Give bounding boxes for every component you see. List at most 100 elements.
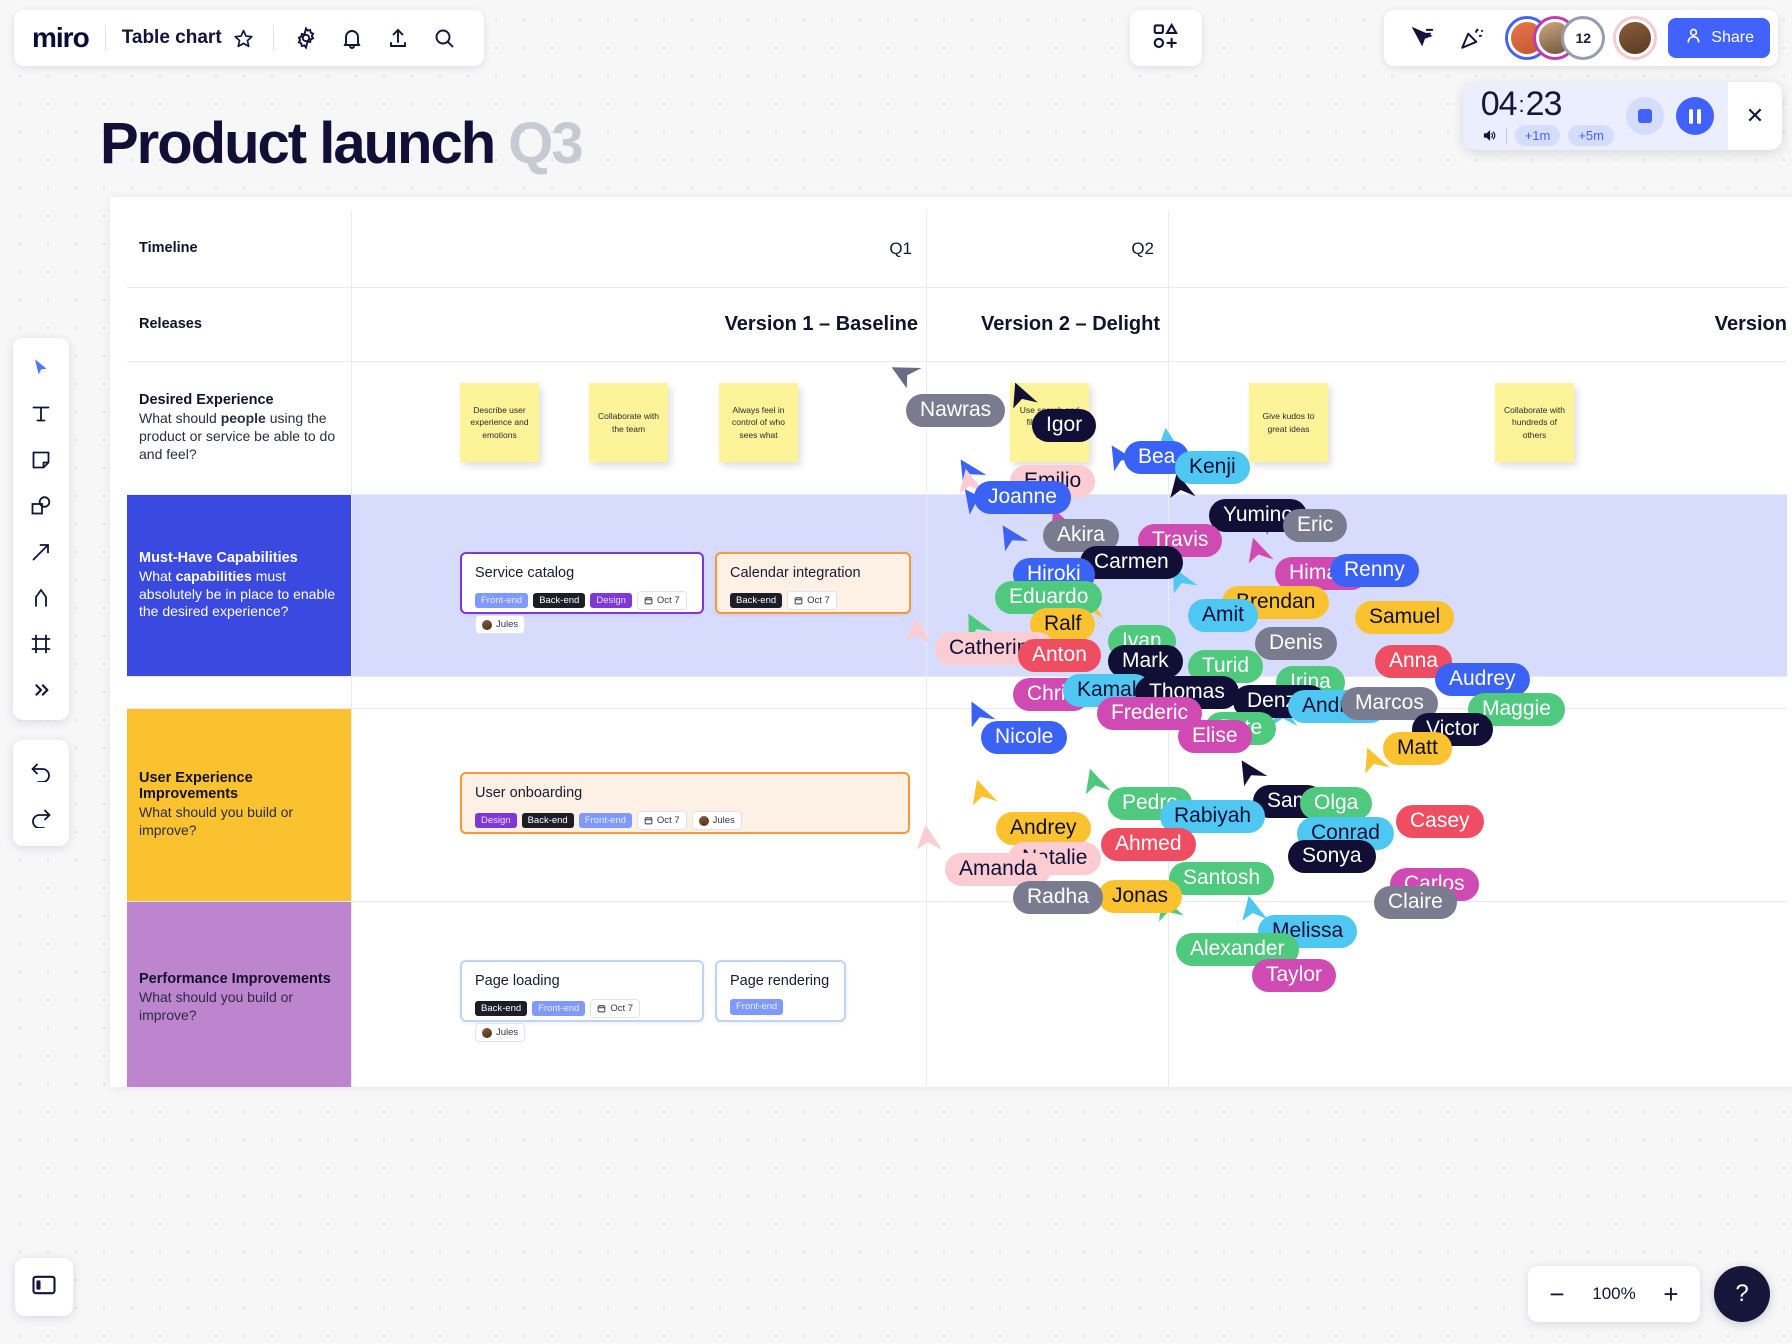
- card-tag[interactable]: Front-end: [730, 999, 783, 1015]
- collaborator-name-chip[interactable]: Nicole: [981, 721, 1067, 754]
- card-tag[interactable]: Front-end: [579, 813, 632, 829]
- release-cell[interactable]: Version 2 – Delight: [927, 288, 1169, 361]
- timeline-cell[interactable]: [1169, 211, 1787, 287]
- collaborator-name-chip[interactable]: Sonya: [1288, 840, 1376, 873]
- zoom-out-button[interactable]: −: [1542, 1281, 1572, 1307]
- card-tag[interactable]: Back-end: [475, 1001, 527, 1017]
- task-card[interactable]: Service catalogFront-endBack-endDesignOc…: [460, 552, 704, 614]
- collaborator-name-chip[interactable]: Matt: [1383, 732, 1452, 765]
- collaborator-name-chip[interactable]: Jonas: [1098, 880, 1182, 913]
- frame-icon[interactable]: [19, 622, 63, 666]
- collaborator-count[interactable]: 12: [1564, 19, 1602, 57]
- collaborator-name-chip[interactable]: Igor: [1032, 409, 1096, 442]
- sticky-note[interactable]: Always feel in control of who sees what: [719, 383, 798, 462]
- card-assignee[interactable]: Jules: [475, 615, 525, 634]
- help-button[interactable]: ?: [1714, 1266, 1770, 1322]
- card-due-date[interactable]: Oct 7: [637, 591, 687, 610]
- undo-icon[interactable]: [19, 748, 63, 792]
- collaborator-name-chip[interactable]: Renny: [1330, 554, 1419, 587]
- shapes-plus-button[interactable]: [1130, 10, 1202, 66]
- collaborator-name-chip[interactable]: Anton: [1018, 639, 1101, 672]
- row-header-desired-experience[interactable]: Desired Experience What should people us…: [127, 362, 352, 494]
- collaborator-name-chip[interactable]: Eric: [1283, 509, 1347, 542]
- text-icon[interactable]: [19, 392, 63, 436]
- arrow-icon[interactable]: [19, 530, 63, 574]
- side-panel-button[interactable]: [15, 1258, 73, 1316]
- collaborator-name-chip[interactable]: Santosh: [1169, 862, 1274, 895]
- task-card[interactable]: Calendar integrationBack-endOct 7: [715, 552, 911, 614]
- collaborator-name-chip[interactable]: Casey: [1396, 805, 1484, 838]
- card-tag[interactable]: Front-end: [532, 1001, 585, 1017]
- collaborator-name-chip[interactable]: Claire: [1374, 886, 1457, 919]
- task-card[interactable]: Page renderingFront-end: [715, 960, 846, 1022]
- collaborator-name-chip[interactable]: Andrey: [996, 812, 1091, 845]
- task-card[interactable]: Page loadingBack-endFront-endOct 7Jules: [460, 960, 704, 1022]
- collaborator-name-chip[interactable]: Nawras: [906, 394, 1005, 427]
- card-tag[interactable]: Back-end: [730, 593, 782, 609]
- card-tag[interactable]: Design: [475, 813, 517, 829]
- card-due-date[interactable]: Oct 7: [637, 811, 687, 830]
- close-timer-button[interactable]: ✕: [1728, 82, 1782, 150]
- sticky-note[interactable]: Give kudos to great ideas: [1249, 383, 1328, 462]
- collaborator-name-chip[interactable]: Denis: [1255, 627, 1337, 660]
- pen-icon[interactable]: [19, 576, 63, 620]
- pause-button[interactable]: [1676, 97, 1714, 135]
- release-cell[interactable]: Version 1 – Baseline: [352, 288, 927, 361]
- collaborator-name-chip[interactable]: Kenji: [1175, 451, 1250, 484]
- search-icon[interactable]: [422, 16, 466, 60]
- collaborator-name-chip[interactable]: Olga: [1300, 787, 1372, 820]
- upload-icon[interactable]: [376, 16, 420, 60]
- shapes-icon[interactable]: [19, 484, 63, 528]
- card-tag[interactable]: Back-end: [533, 593, 585, 609]
- bell-icon[interactable]: [330, 16, 374, 60]
- board-title[interactable]: Table chart: [122, 27, 222, 49]
- card-due-date[interactable]: Oct 7: [787, 591, 837, 610]
- cursor-select-icon[interactable]: [1400, 16, 1444, 60]
- cell[interactable]: [352, 677, 927, 708]
- cell[interactable]: [927, 902, 1169, 1087]
- add-one-minute-button[interactable]: +1m: [1515, 125, 1561, 146]
- redo-icon[interactable]: [19, 794, 63, 838]
- card-tag[interactable]: Design: [590, 593, 632, 609]
- card-tag[interactable]: Back-end: [522, 813, 574, 829]
- row-header-user-experience-improvements[interactable]: User Experience Improvements What should…: [127, 709, 352, 901]
- sticky-note-icon[interactable]: [19, 438, 63, 482]
- share-button[interactable]: Share: [1668, 18, 1770, 58]
- stop-button[interactable]: [1626, 97, 1664, 135]
- avatar[interactable]: [1616, 19, 1654, 57]
- collaborator-name-chip[interactable]: Carmen: [1080, 546, 1183, 579]
- collaborator-name-chip[interactable]: Taylor: [1252, 959, 1336, 992]
- more-icon[interactable]: [19, 668, 63, 712]
- timeline-cell[interactable]: Q1: [352, 211, 927, 287]
- cursor-icon[interactable]: [19, 346, 63, 390]
- row-header-releases[interactable]: Releases: [127, 288, 352, 361]
- party-popper-icon[interactable]: [1450, 16, 1494, 60]
- timeline-cell[interactable]: Q2: [927, 211, 1169, 287]
- collaborator-name-chip[interactable]: Audrey: [1435, 663, 1530, 696]
- row-header-must-have-capabilities[interactable]: Must-Have Capabilities What capabilities…: [127, 495, 352, 676]
- zoom-level[interactable]: 100%: [1586, 1284, 1642, 1304]
- collaborator-name-chip[interactable]: Elise: [1178, 720, 1252, 753]
- collaborator-name-chip[interactable]: Amit: [1188, 599, 1258, 632]
- collaborator-name-chip[interactable]: Joanne: [974, 481, 1071, 514]
- volume-icon[interactable]: [1481, 128, 1498, 143]
- page-title[interactable]: Product launch Q3: [100, 110, 582, 177]
- card-tag[interactable]: Front-end: [475, 593, 528, 609]
- row-header-timeline[interactable]: Timeline: [127, 211, 352, 287]
- card-assignee[interactable]: Jules: [692, 811, 742, 830]
- star-icon[interactable]: [231, 25, 257, 51]
- task-card[interactable]: User onboardingDesignBack-endFront-endOc…: [460, 772, 910, 834]
- sticky-note[interactable]: Collaborate with the team: [589, 383, 668, 462]
- card-due-date[interactable]: Oct 7: [590, 999, 640, 1018]
- collaborator-name-chip[interactable]: Samuel: [1355, 601, 1454, 634]
- gear-icon[interactable]: [284, 16, 328, 60]
- collaborator-name-chip[interactable]: Radha: [1013, 881, 1103, 914]
- row-header-performance-improvements[interactable]: Performance Improvements What should you…: [127, 902, 352, 1087]
- collaborator-name-chip[interactable]: Ahmed: [1101, 828, 1196, 861]
- release-cell[interactable]: Version: [1169, 288, 1787, 361]
- add-five-minutes-button[interactable]: +5m: [1568, 125, 1614, 146]
- card-assignee[interactable]: Jules: [475, 1023, 525, 1042]
- miro-logo[interactable]: miro: [32, 22, 105, 54]
- sticky-note[interactable]: Collaborate with hundreds of others: [1495, 383, 1574, 462]
- sticky-note[interactable]: Describe user experience and emotions: [460, 383, 539, 462]
